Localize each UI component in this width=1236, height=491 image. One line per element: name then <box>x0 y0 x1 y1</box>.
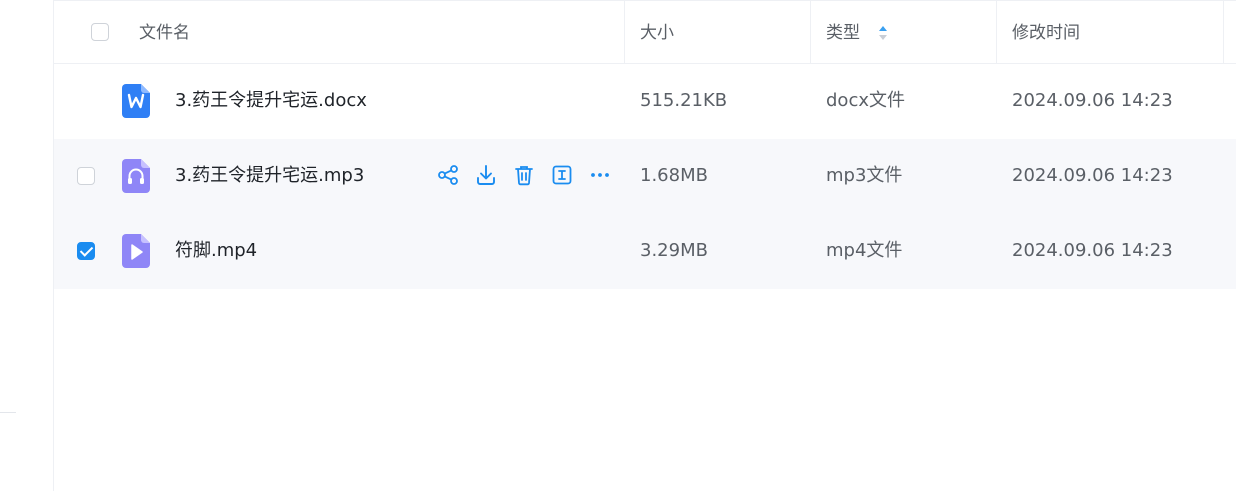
more-icon[interactable] <box>588 163 612 187</box>
left-panel <box>0 0 54 491</box>
file-table: 文件名 大小 类型 修改时间 3.药王令提升宅运.docx 515.21KB d… <box>54 0 1236 491</box>
header-modified[interactable]: 修改时间 <box>1012 21 1080 45</box>
video-file-icon <box>122 234 150 268</box>
header-size[interactable]: 大小 <box>640 21 674 45</box>
file-modified: 2024.09.06 14:23 <box>1012 165 1173 186</box>
table-row[interactable]: 3.药王令提升宅运.mp3 1.68MB mp3文件 2024.09.06 14… <box>54 139 1236 214</box>
table-row[interactable]: 符脚.mp4 3.29MB mp4文件 2024.09.06 14:23 <box>54 214 1236 289</box>
column-separator <box>624 1 625 64</box>
file-name[interactable]: 3.药王令提升宅运.docx <box>175 89 367 113</box>
column-separator <box>996 1 997 64</box>
row-checkbox[interactable] <box>77 167 95 185</box>
share-icon[interactable] <box>436 163 460 187</box>
file-name[interactable]: 符脚.mp4 <box>175 239 257 263</box>
row-checkbox[interactable] <box>77 242 95 260</box>
file-list-view: 文件名 大小 类型 修改时间 3.药王令提升宅运.docx 515.21KB d… <box>0 0 1236 491</box>
panel-divider <box>0 412 16 413</box>
column-separator <box>810 1 811 64</box>
file-size: 515.21KB <box>640 90 728 111</box>
delete-icon[interactable] <box>512 163 536 187</box>
file-type: mp3文件 <box>826 165 903 186</box>
file-size: 3.29MB <box>640 240 708 261</box>
download-icon[interactable] <box>474 163 498 187</box>
file-modified: 2024.09.06 14:23 <box>1012 240 1173 261</box>
word-file-icon <box>122 84 150 118</box>
file-size: 1.68MB <box>640 165 708 186</box>
table-header: 文件名 大小 类型 修改时间 <box>54 0 1236 64</box>
file-modified: 2024.09.06 14:23 <box>1012 90 1173 111</box>
sort-icon[interactable] <box>877 24 889 42</box>
file-name[interactable]: 3.药王令提升宅运.mp3 <box>175 164 364 188</box>
column-separator <box>1223 1 1224 64</box>
header-type[interactable]: 类型 <box>826 21 860 45</box>
file-type: mp4文件 <box>826 240 903 261</box>
select-all-checkbox[interactable] <box>91 23 109 41</box>
audio-file-icon <box>122 159 150 193</box>
file-type: docx文件 <box>826 90 905 111</box>
header-name[interactable]: 文件名 <box>139 21 190 45</box>
table-row[interactable]: 3.药王令提升宅运.docx 515.21KB docx文件 2024.09.0… <box>54 64 1236 139</box>
rename-icon[interactable] <box>550 163 574 187</box>
